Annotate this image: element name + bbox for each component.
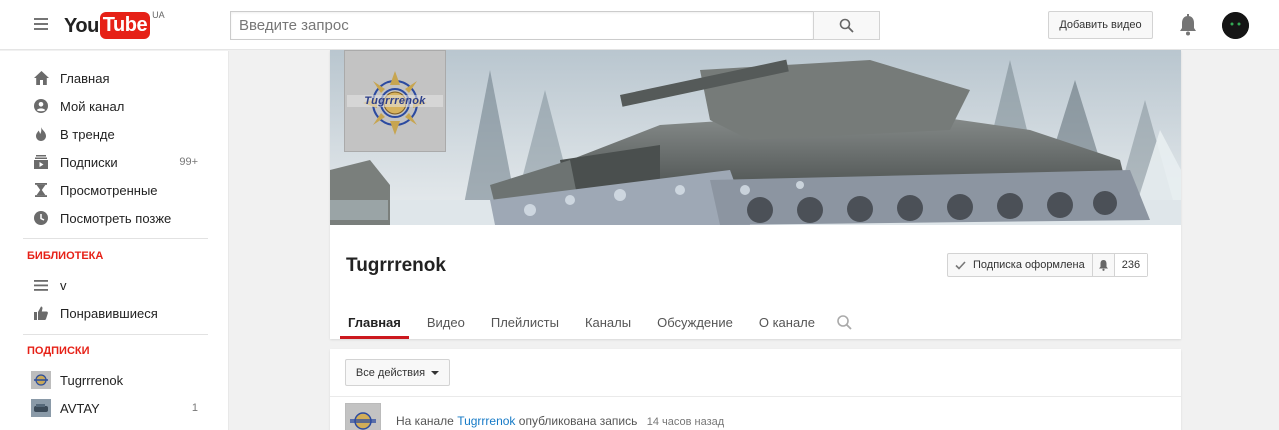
channel-title: Tugrrrenok (346, 255, 446, 276)
channel-avatar[interactable]: Tugrrrenok (344, 50, 446, 152)
channel-thumbnail-icon (31, 399, 51, 417)
sidebar-item-liked[interactable]: Понравившиеся (0, 299, 228, 327)
tab-discussion[interactable]: Обсуждение (649, 312, 741, 339)
channel-header: Tugrrrenok Tugrrrenok Подписка оформлена… (330, 50, 1181, 339)
region-label: UA (152, 10, 165, 20)
post-suffix-text: опубликована запись (518, 414, 638, 428)
channel-thumbnail-icon (31, 371, 51, 389)
sidebar-item-subscriptions[interactable]: Подписки 99+ (0, 148, 228, 176)
sidebar-item-label: Tugrrrenok (60, 372, 124, 388)
post-description: На канале Tugrrrenok опубликована запись… (396, 414, 724, 428)
sidebar-item-label: Мой канал (60, 98, 125, 114)
subscriber-count: 236 (1113, 254, 1148, 276)
tab-about[interactable]: О канале (751, 312, 823, 339)
tab-videos[interactable]: Видео (419, 312, 473, 339)
logo-you-text: You (64, 15, 99, 37)
subscriptions-section-title[interactable]: ПОДПИСКИ (27, 345, 90, 357)
sidebar-divider (23, 238, 208, 239)
library-section-title[interactable]: БИБЛИОТЕКА (27, 250, 103, 262)
sidebar-item-label: В тренде (60, 126, 115, 142)
sidebar-item-playlist-v[interactable]: v (0, 271, 228, 299)
channel-search-icon[interactable] (835, 313, 855, 333)
caret-down-icon (431, 370, 440, 375)
sidebar-item-label: Понравившиеся (60, 305, 158, 321)
sidebar-item-label: v (60, 277, 67, 293)
tab-home[interactable]: Главная (340, 312, 409, 339)
new-videos-count: 1 (191, 402, 198, 414)
thumbs-up-icon (33, 305, 49, 321)
sidebar-subscription-avtay[interactable]: AVTAY 1 (0, 394, 228, 422)
sidebar-divider (23, 334, 208, 335)
subscriptions-icon (33, 154, 49, 170)
post-channel-avatar[interactable] (345, 403, 381, 430)
sidebar-item-home[interactable]: Главная (0, 64, 228, 92)
upload-video-button[interactable]: Добавить видео (1048, 11, 1153, 39)
all-activities-dropdown[interactable]: Все действия (345, 359, 450, 386)
subscribed-label: Подписка оформлена (973, 259, 1085, 271)
logo-tube-text: Tube (99, 12, 151, 39)
notification-settings-button[interactable] (1091, 254, 1114, 276)
sidebar-item-label: Просмотренные (60, 182, 158, 198)
sidebar-subscription-tugrrrenok[interactable]: Tugrrrenok (0, 366, 228, 394)
tank-banner-image (330, 50, 1181, 225)
account-icon (33, 98, 49, 114)
guide-sidebar: Главная Мой канал В тренде Подписки 99+ … (0, 51, 229, 430)
notifications-bell-icon[interactable] (1177, 13, 1199, 37)
hourglass-icon (33, 182, 49, 198)
sidebar-item-my-channel[interactable]: Мой канал (0, 92, 228, 120)
account-avatar[interactable] (1222, 12, 1249, 39)
search-input[interactable] (231, 12, 813, 39)
post-timestamp: 14 часов назад (646, 416, 725, 428)
youtube-logo[interactable]: You Tube UA (64, 10, 165, 40)
channel-emblem-label: Tugrrrenok (364, 95, 426, 107)
bell-icon (1098, 260, 1108, 271)
sidebar-item-label: Главная (60, 70, 110, 86)
channel-tabs: Главная Видео Плейлисты Каналы Обсуждени… (340, 312, 855, 339)
search-box (230, 11, 814, 40)
sidebar-item-trending[interactable]: В тренде (0, 120, 228, 148)
search-button[interactable] (813, 11, 880, 40)
masthead: You Tube UA Добавить видео (0, 0, 1279, 50)
home-icon (33, 70, 49, 86)
guide-menu-icon[interactable] (34, 18, 48, 30)
search-icon (839, 18, 854, 33)
post-channel-link[interactable]: Tugrrrenok (457, 414, 515, 428)
subscriptions-count-badge: 99+ (179, 156, 198, 168)
sidebar-item-watch-later[interactable]: Посмотреть позже (0, 204, 228, 232)
channel-banner: Tugrrrenok (330, 50, 1181, 225)
tab-channels[interactable]: Каналы (577, 312, 639, 339)
channel-emblem-icon (346, 404, 380, 430)
tab-playlists[interactable]: Плейлисты (483, 312, 567, 339)
clock-icon (33, 210, 49, 226)
playlist-icon (33, 277, 49, 293)
subscribe-button-group: Подписка оформлена 236 (947, 253, 1149, 277)
sidebar-item-label: Посмотреть позже (60, 210, 172, 226)
subscribed-button[interactable]: Подписка оформлена (948, 254, 1092, 276)
sidebar-item-label: Подписки (60, 154, 118, 170)
sidebar-item-label: AVTAY (60, 400, 100, 416)
activity-divider (330, 396, 1181, 397)
flame-icon (33, 126, 49, 142)
post-prefix-text: На канале (396, 414, 454, 428)
activity-feed: Все действия На канале Tugrrrenok опубли… (330, 349, 1181, 430)
sidebar-item-history[interactable]: Просмотренные (0, 176, 228, 204)
checkmark-icon (955, 260, 966, 270)
dropdown-label: Все действия (355, 366, 426, 379)
